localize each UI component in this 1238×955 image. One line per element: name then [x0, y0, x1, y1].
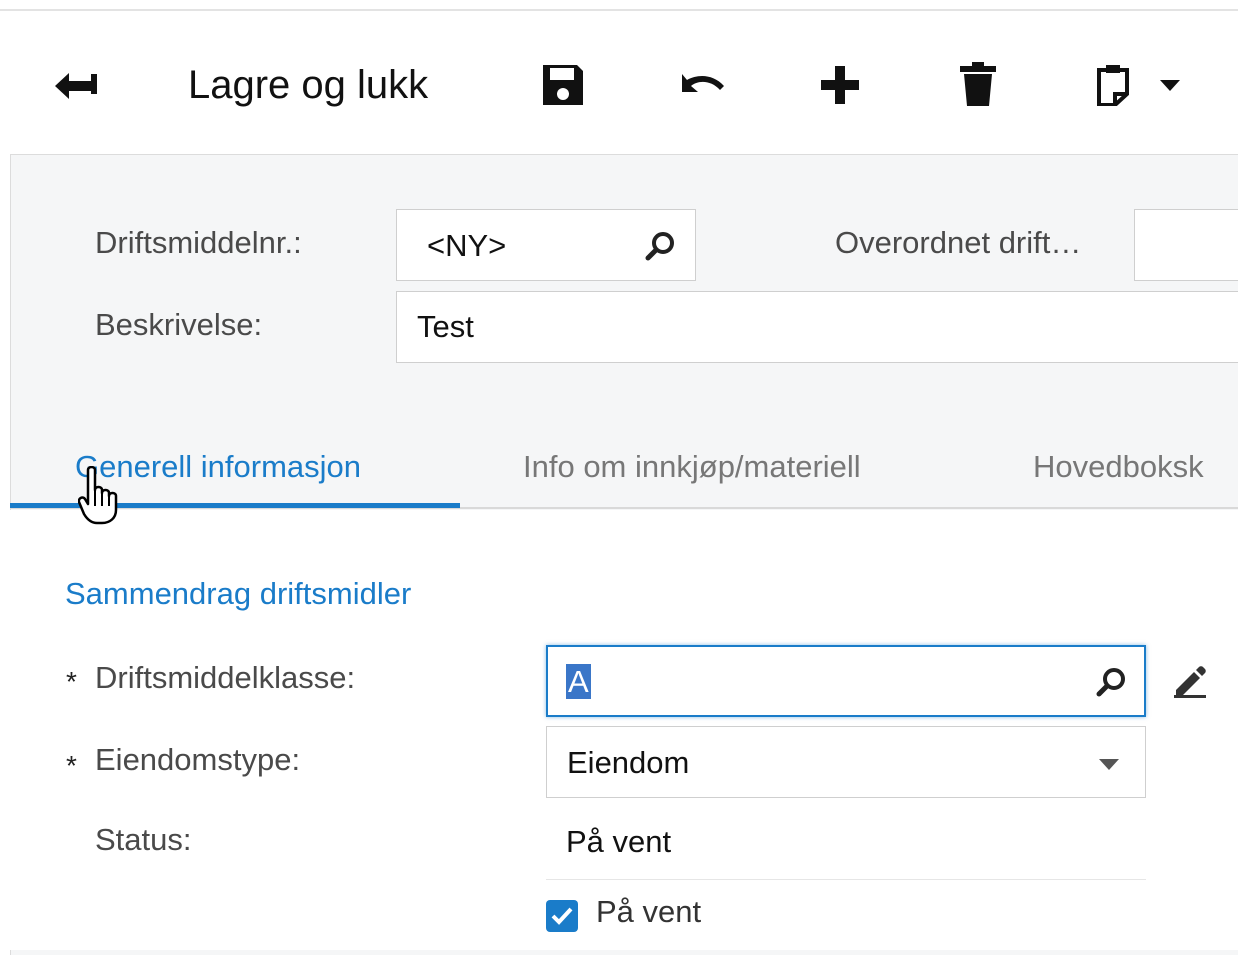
pencil-edit-icon[interactable]: [1172, 664, 1208, 703]
asset-class-label: Driftsmiddelklasse:: [95, 660, 356, 695]
asset-number-value: <NY>: [427, 228, 507, 263]
floppy-disk-icon[interactable]: [540, 62, 586, 108]
asset-number-field[interactable]: <NY>: [396, 209, 696, 281]
trash-icon[interactable]: [957, 62, 999, 108]
asset-class-value: A: [566, 664, 591, 699]
required-marker: *: [66, 666, 77, 697]
arrow-back-icon[interactable]: [52, 66, 100, 106]
tab-general-ledger[interactable]: Hovedboksk: [1033, 449, 1204, 485]
property-type-label: Eiendomstype:: [95, 742, 301, 777]
caret-down-icon[interactable]: [1158, 79, 1182, 93]
status-value: På vent: [566, 824, 672, 859]
tab-purchase-info[interactable]: Info om innkjøp/materiell: [523, 449, 861, 485]
property-type-select[interactable]: Eiendom: [546, 726, 1146, 798]
hand-pointer-cursor-icon: [77, 465, 124, 531]
description-value: Test: [417, 309, 474, 344]
save-and-close-button[interactable]: Lagre og lukk: [188, 61, 428, 109]
parent-asset-label: Overordnet drift…: [835, 225, 1082, 260]
asset-class-field[interactable]: A: [546, 645, 1146, 717]
toolbar: Lagre og lukk: [0, 11, 1238, 153]
undo-icon[interactable]: [677, 67, 727, 105]
status-divider: [546, 879, 1146, 880]
plus-icon[interactable]: [818, 63, 862, 107]
required-marker: *: [66, 750, 77, 781]
search-icon[interactable]: [645, 230, 677, 267]
section-title: Sammendrag driftsmidler: [65, 576, 412, 611]
description-field[interactable]: Test: [396, 291, 1238, 363]
chevron-down-icon[interactable]: [1099, 758, 1119, 776]
search-icon[interactable]: [1096, 666, 1128, 703]
hold-checkbox-label: På vent: [596, 894, 702, 929]
asset-number-label: Driftsmiddelnr.:: [95, 225, 302, 260]
hold-checkbox[interactable]: [546, 900, 578, 932]
property-type-value: Eiendom: [567, 745, 690, 780]
parent-asset-field[interactable]: [1134, 209, 1238, 281]
description-label: Beskrivelse:: [95, 307, 263, 342]
clipboard-icon[interactable]: [1095, 63, 1131, 107]
status-label: Status:: [95, 822, 192, 857]
